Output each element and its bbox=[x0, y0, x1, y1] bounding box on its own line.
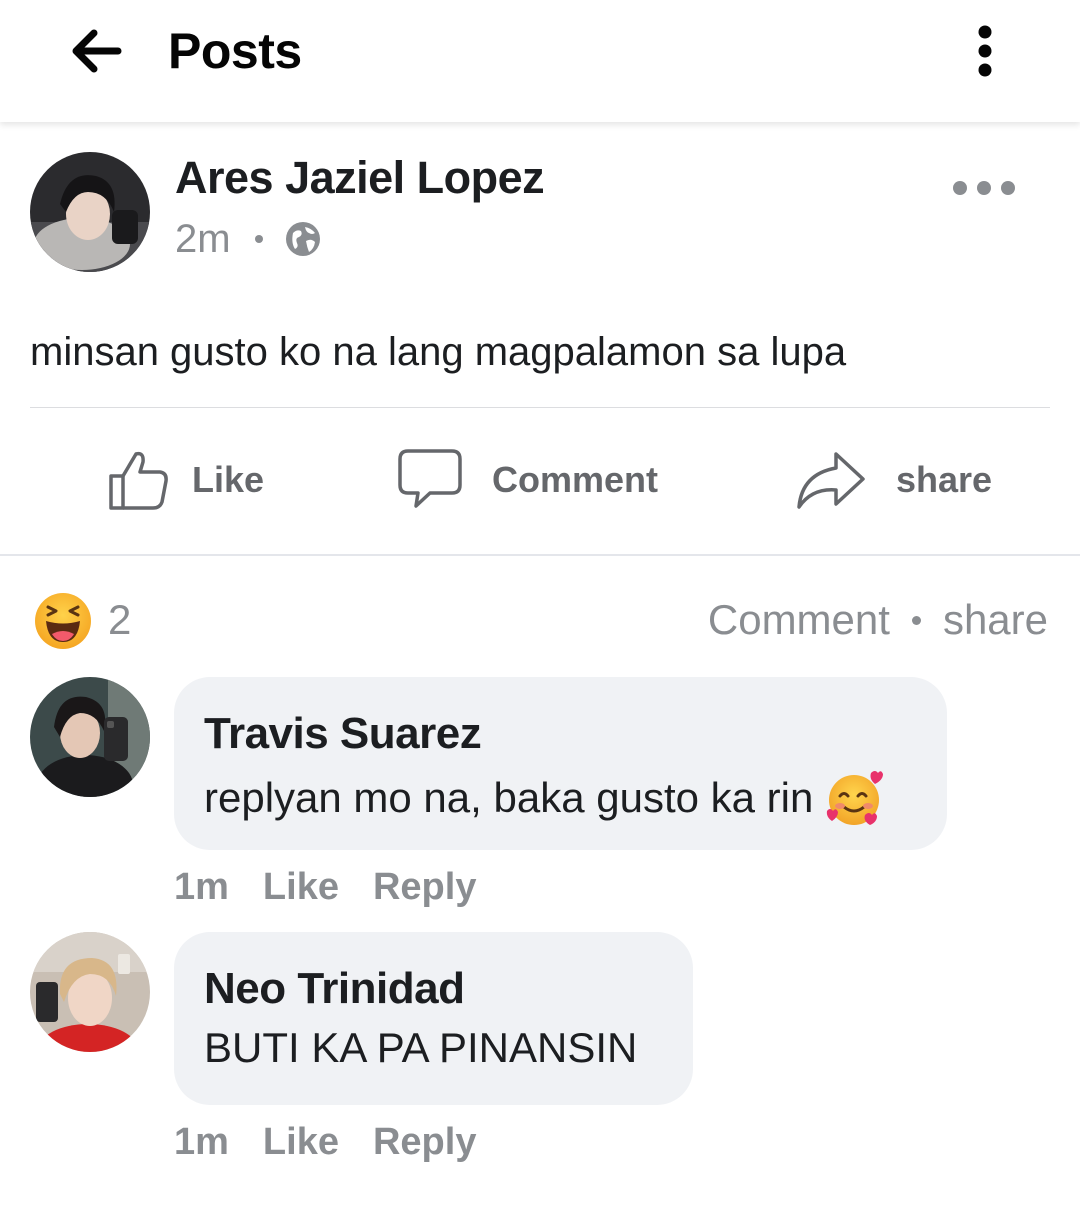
comment-reply-button[interactable]: Reply bbox=[373, 1121, 476, 1164]
post-page: Posts Ares Jaziel Lopez 2m minsan gusto … bbox=[0, 0, 1080, 1224]
separator-dot bbox=[911, 615, 921, 625]
comment-reply-button[interactable]: Reply bbox=[373, 866, 476, 909]
thumbs-up-icon bbox=[109, 451, 168, 510]
comment-author[interactable]: Travis Suarez bbox=[204, 709, 482, 759]
post-text: minsan gusto ko na lang magpalamon sa lu… bbox=[30, 330, 847, 374]
commenter-photo bbox=[30, 677, 150, 797]
comment-like-button[interactable]: Like bbox=[263, 866, 339, 909]
globe-icon bbox=[285, 222, 320, 256]
divider bbox=[30, 407, 1050, 408]
comment-text: replyan mo na, baka gusto ka rin bbox=[204, 774, 814, 821]
smiling-face-with-hearts-icon bbox=[827, 771, 884, 825]
comment-time: 1m bbox=[174, 866, 229, 908]
share-count-link[interactable]: share bbox=[943, 596, 1048, 644]
post-options-button[interactable] bbox=[950, 170, 1022, 206]
comment-meta: 1m Like Reply bbox=[174, 1121, 510, 1164]
section-divider bbox=[0, 554, 1080, 556]
share-button[interactable]: share bbox=[796, 440, 992, 520]
arrow-left-icon bbox=[72, 29, 122, 73]
comment-text: BUTI KA PA PINANSIN bbox=[204, 1024, 638, 1071]
commenter-avatar[interactable] bbox=[30, 677, 150, 797]
comment-bubble[interactable]: Neo Trinidad BUTI KA PA PINANSIN bbox=[174, 932, 693, 1105]
back-button[interactable] bbox=[66, 24, 126, 78]
top-app-bar: Posts bbox=[0, 0, 1080, 122]
comment-button[interactable]: Comment bbox=[398, 440, 658, 520]
overflow-menu-button[interactable] bbox=[964, 20, 1006, 84]
comment-label: Comment bbox=[492, 459, 659, 500]
commenter-photo bbox=[30, 932, 150, 1052]
engagement-summary: Comment share bbox=[708, 596, 1048, 644]
comment-bubble-icon bbox=[398, 449, 462, 508]
post-time: 2m bbox=[175, 216, 231, 261]
more-horizontal-icon bbox=[953, 181, 1015, 195]
laughing-emoji-icon[interactable] bbox=[34, 592, 92, 650]
like-label: Like bbox=[192, 459, 265, 500]
comment-text-row: BUTI KA PA PINANSIN bbox=[204, 1024, 637, 1072]
comment-like-button[interactable]: Like bbox=[263, 1121, 339, 1164]
separator-dot bbox=[254, 235, 263, 243]
comment-meta: 1m Like Reply bbox=[174, 866, 510, 909]
page-title: Posts bbox=[168, 23, 302, 79]
share-label: share bbox=[896, 459, 993, 500]
comment-author[interactable]: Neo Trinidad bbox=[204, 964, 465, 1014]
share-arrow-icon bbox=[797, 452, 865, 509]
comment-bubble[interactable]: Travis Suarez replyan mo na, baka gusto … bbox=[174, 677, 947, 850]
kebab-vertical-icon bbox=[978, 25, 992, 77]
comment-count-link[interactable]: Comment bbox=[708, 596, 890, 644]
commenter-avatar[interactable] bbox=[30, 932, 150, 1052]
reaction-count[interactable]: 2 bbox=[108, 596, 131, 644]
comment-text-row: replyan mo na, baka gusto ka rin bbox=[204, 769, 884, 827]
like-button[interactable]: Like bbox=[108, 440, 264, 520]
author-name[interactable]: Ares Jaziel Lopez bbox=[175, 152, 545, 204]
author-avatar[interactable] bbox=[30, 152, 150, 272]
post-meta: 2m bbox=[175, 214, 321, 264]
comment-time: 1m bbox=[174, 1121, 229, 1163]
author-photo bbox=[30, 152, 150, 272]
